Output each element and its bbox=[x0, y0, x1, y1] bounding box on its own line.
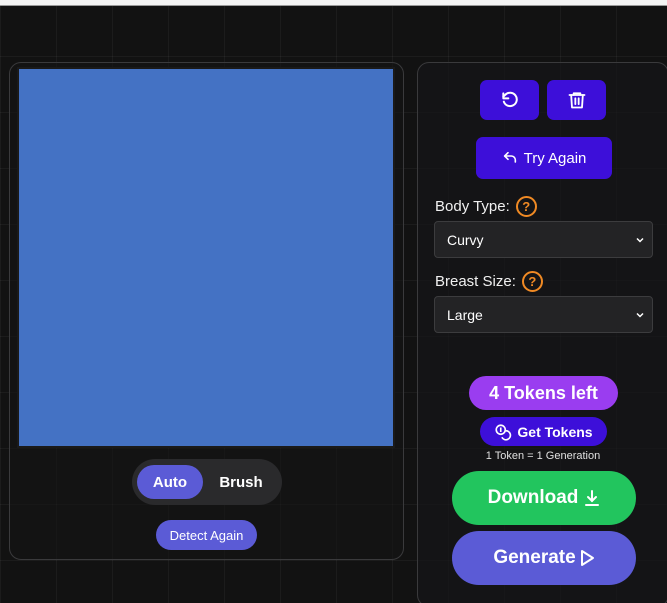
image-canvas[interactable] bbox=[17, 67, 395, 448]
trash-icon bbox=[568, 92, 585, 109]
generate-label: Generate bbox=[493, 547, 576, 568]
rotate-ccw-icon bbox=[501, 91, 518, 108]
coins-icon bbox=[495, 423, 512, 441]
top-divider bbox=[0, 0, 667, 6]
controls-panel: Try Again Body Type: ? Curvy Breast Size… bbox=[417, 62, 667, 603]
body-type-label: Body Type: ? bbox=[435, 196, 537, 217]
undo-arrow-icon bbox=[503, 151, 516, 163]
chevron-down-icon bbox=[636, 312, 644, 318]
help-icon[interactable]: ? bbox=[515, 196, 537, 217]
try-again-label: Try Again bbox=[523, 149, 587, 167]
chevron-down-icon bbox=[636, 237, 644, 243]
download-icon bbox=[585, 490, 600, 506]
body-type-value: Curvy bbox=[447, 231, 484, 248]
get-tokens-label: Get Tokens bbox=[517, 423, 593, 440]
download-button[interactable]: Download bbox=[452, 471, 636, 525]
body-type-select[interactable]: Curvy bbox=[434, 221, 653, 258]
editor-panel: Auto Brush Detect Again bbox=[9, 62, 404, 560]
help-icon[interactable]: ? bbox=[521, 271, 543, 292]
generate-button[interactable]: Generate bbox=[452, 531, 636, 585]
breast-size-select[interactable]: Large bbox=[434, 296, 653, 333]
download-label: Download bbox=[487, 487, 579, 508]
tokens-left-badge: 4 Tokens left bbox=[469, 376, 618, 410]
play-icon bbox=[580, 550, 594, 566]
detect-again-button[interactable]: Detect Again bbox=[156, 520, 257, 550]
breast-size-label: Breast Size: ? bbox=[435, 271, 543, 292]
brush-mode-button[interactable]: Brush bbox=[208, 465, 274, 499]
auto-mode-button[interactable]: Auto bbox=[137, 465, 203, 499]
get-tokens-button[interactable]: Get Tokens bbox=[480, 417, 607, 446]
token-note: 1 Token = 1 Generation bbox=[485, 450, 601, 462]
mode-toggle: Auto Brush bbox=[132, 459, 282, 505]
try-again-button[interactable]: Try Again bbox=[476, 137, 612, 179]
delete-button[interactable] bbox=[547, 80, 606, 120]
undo-button[interactable] bbox=[480, 80, 539, 120]
breast-size-value: Large bbox=[447, 306, 483, 323]
